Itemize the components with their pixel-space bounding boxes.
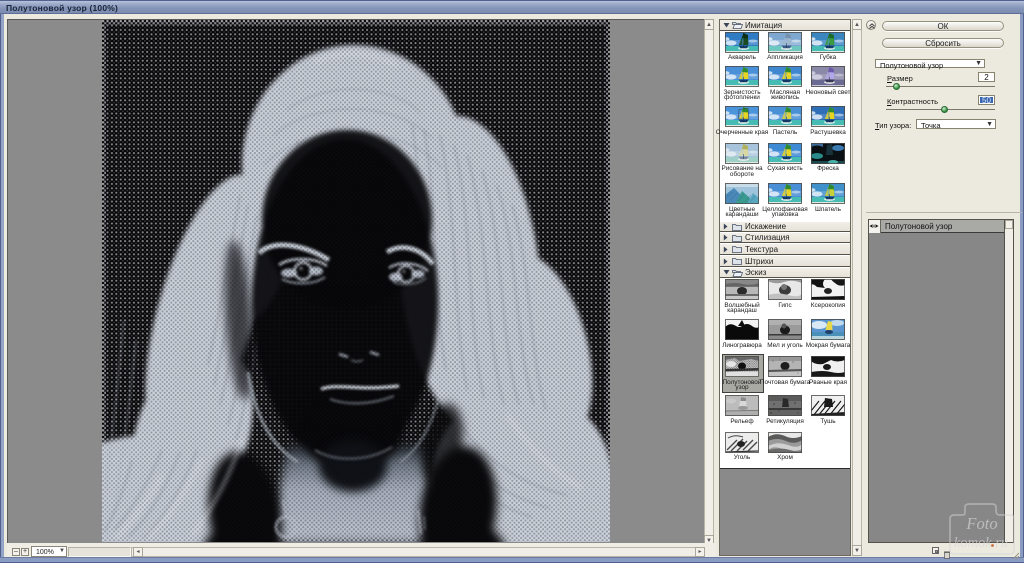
- svg-text:komok.ru: komok.ru: [954, 535, 1008, 551]
- svg-text:Foto: Foto: [965, 514, 997, 533]
